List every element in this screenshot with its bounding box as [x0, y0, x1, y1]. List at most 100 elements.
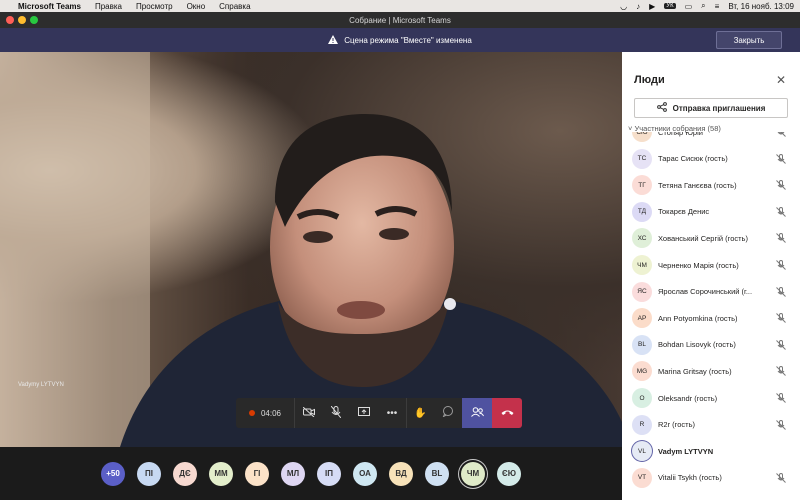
macos-menubar: Microsoft Teams Правка Просмотр Окно Спр…	[0, 0, 800, 12]
participant-avatar: VT	[632, 467, 652, 488]
chat-icon	[442, 406, 454, 420]
window-titlebar: Собрание | Microsoft Teams	[0, 12, 800, 28]
mic-muted-icon	[776, 313, 786, 324]
participant-avatar[interactable]: ГІ	[245, 461, 269, 486]
more-participants-avatar[interactable]: +50	[101, 461, 125, 486]
participant-avatar[interactable]: ОА	[353, 461, 377, 486]
participant-row[interactable]: ТГ Тетяна Ганєєва (гость)	[622, 172, 800, 198]
mic-muted-icon	[776, 472, 786, 483]
recording-timer: 04:06	[236, 398, 294, 428]
clock[interactable]: Вт, 16 нояб. 13:09	[728, 2, 794, 11]
participant-name: Хованський Сергій (гость)	[658, 233, 748, 243]
status-area: ◡ ♪ ▶ УК ▭ ⌕ ≡ Вт, 16 нояб. 13:09	[620, 1, 794, 11]
participant-row[interactable]: ТД Токарєв Денис	[622, 199, 800, 225]
participant-avatar[interactable]: ПІ	[137, 461, 161, 486]
close-notification-button[interactable]: Закрыть	[716, 31, 782, 49]
participant-name: Ann Potyomkina (гость)	[658, 313, 738, 323]
mic-muted-icon	[776, 153, 786, 164]
menu-help[interactable]: Справка	[219, 2, 250, 11]
avatar-initials: ПІ	[145, 469, 153, 478]
participants-gallery: +50 ПІ ДЄ ММ ГІ МЛ ІП ОА ВД BL ЧМ ЄЮ	[0, 447, 622, 500]
participant-row[interactable]: СЮ Стопяр Юрій	[622, 132, 800, 145]
mic-muted-icon	[776, 366, 786, 377]
participant-avatar[interactable]: ЄЮ	[497, 461, 521, 486]
menu-edit[interactable]: Правка	[95, 2, 122, 11]
participant-avatar: MG	[632, 361, 652, 382]
play-icon[interactable]: ▶	[649, 2, 655, 11]
participant-avatar: ХС	[632, 228, 652, 249]
control-center-icon[interactable]: ≡	[715, 2, 720, 11]
people-icon	[470, 406, 484, 420]
battery-icon[interactable]: ▭	[685, 2, 693, 11]
participant-avatar: AP	[632, 308, 652, 329]
participant-avatar[interactable]: ІП	[317, 461, 341, 486]
participant-avatar: BL	[632, 334, 652, 355]
participant-avatar: СЮ	[632, 132, 652, 142]
audio-icon[interactable]: ♪	[636, 2, 640, 11]
participant-row[interactable]: ХС Хованський Сергій (гость)	[622, 225, 800, 251]
participant-avatar[interactable]: BL	[425, 461, 449, 486]
participant-name: Черненко Марія (гость)	[658, 260, 739, 270]
mic-muted-icon	[776, 393, 786, 403]
participant-avatar: O	[632, 388, 652, 408]
mic-off-icon	[330, 405, 342, 421]
participant-row[interactable]: ЯС Ярослав Сорочинський (г...	[622, 279, 800, 305]
window-title: Собрание | Microsoft Teams	[349, 15, 451, 25]
share-screen-button[interactable]	[350, 398, 378, 428]
participant-avatar: ЧМ	[632, 255, 652, 275]
close-window-button[interactable]	[6, 16, 14, 24]
chat-button[interactable]	[434, 398, 462, 428]
keyboard-layout-badge[interactable]: УК	[664, 3, 676, 9]
send-invite-button[interactable]: Отправка приглашения	[634, 98, 788, 118]
hang-up-icon	[501, 408, 514, 419]
participant-avatar: VL	[632, 441, 652, 462]
call-toolbar: 04:06 ••• ✋	[236, 398, 522, 428]
participant-avatar[interactable]: ММ	[209, 461, 233, 486]
participants-list: СЮ Стопяр Юрій ТС Тарас Сисюк (гость) ТГ Тетя…	[622, 132, 800, 500]
mic-toggle-button[interactable]	[322, 398, 350, 428]
participant-avatar[interactable]: ДЄ	[173, 461, 197, 486]
participant-avatar-selected[interactable]: ЧМ	[461, 461, 485, 486]
camera-toggle-button[interactable]	[294, 398, 322, 428]
search-icon[interactable]: ⌕	[701, 1, 705, 11]
leave-call-button[interactable]	[492, 398, 522, 428]
participant-row[interactable]: O Oleksandr (гость)	[622, 385, 800, 411]
avatar-initials: ІП	[325, 469, 333, 478]
participant-row[interactable]: R R2r (гость)	[622, 412, 800, 438]
people-panel: Люди ✕ Отправка приглашения ˅ Участники …	[622, 52, 800, 500]
participant-row[interactable]: VL Vadym LYTVYN	[622, 438, 800, 464]
participant-name: Стопяр Юрій	[658, 132, 703, 137]
participant-row[interactable]: BL Bohdan Lisovyk (гость)	[622, 332, 800, 358]
zoom-window-button[interactable]	[30, 16, 38, 24]
app-menu[interactable]: Microsoft Teams	[18, 2, 81, 11]
share-icon	[358, 406, 370, 420]
close-panel-icon[interactable]: ✕	[776, 73, 786, 87]
video-feed: Vadymy LYTVYN 04:06 ••• ✋	[0, 52, 622, 447]
menu-view[interactable]: Просмотр	[136, 2, 173, 11]
participant-name: Ярослав Сорочинський (г...	[658, 287, 753, 297]
recording-indicator-icon	[248, 410, 255, 416]
participant-video-image	[0, 52, 622, 447]
participant-avatar: ТС	[632, 148, 652, 169]
participant-row[interactable]: AP Ann Potyomkina (гость)	[622, 305, 800, 331]
minimize-window-button[interactable]	[18, 16, 26, 24]
avatar-initials: BL	[431, 469, 443, 478]
avatar-initials: ММ	[214, 469, 228, 478]
participant-avatar: R	[632, 414, 652, 435]
raise-hand-button[interactable]: ✋	[406, 398, 434, 428]
menu-window[interactable]: Окно	[187, 2, 206, 11]
show-participants-button[interactable]	[462, 398, 492, 428]
mic-muted-icon	[776, 180, 786, 191]
participant-row[interactable]: ЧМ Черненко Марія (гость)	[622, 252, 800, 278]
participant-row[interactable]: VT Vitalii Tsykh (гость)	[622, 465, 800, 491]
wifi-icon[interactable]: ◡	[620, 2, 627, 11]
warning-icon	[328, 34, 339, 46]
more-actions-button[interactable]: •••	[378, 398, 406, 428]
participant-name: Bohdan Lisovyk (гость)	[658, 340, 736, 350]
participant-avatar[interactable]: МЛ	[281, 461, 305, 486]
notification-text: Сцена режима "Вместе" изменена	[344, 35, 472, 45]
participant-row[interactable]: MG Marina Gritsay (гость)	[622, 358, 800, 384]
participant-avatar[interactable]: ВД	[389, 461, 413, 486]
avatar-initials: ЧМ	[466, 469, 480, 478]
participant-row[interactable]: ТС Тарас Сисюк (гость)	[622, 146, 800, 172]
